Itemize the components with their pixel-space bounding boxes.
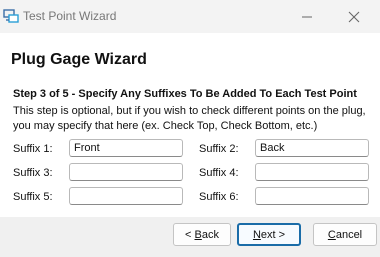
suffix-2-input[interactable]	[255, 139, 369, 157]
suffix-4-label: Suffix 4:	[199, 167, 239, 179]
minimize-icon	[302, 16, 312, 17]
suffix-6-input[interactable]	[255, 187, 369, 205]
minimize-button[interactable]	[290, 0, 324, 33]
back-button-mnemonic: B	[194, 228, 202, 241]
suffix-3-label: Suffix 3:	[13, 167, 53, 179]
cancel-button[interactable]: Cancel	[313, 223, 377, 246]
suffix-5-input[interactable]	[69, 187, 183, 205]
suffix-6-label: Suffix 6:	[199, 191, 239, 203]
close-button[interactable]	[337, 0, 371, 33]
suffix-2-label: Suffix 2:	[199, 143, 239, 155]
wizard-app-icon	[3, 9, 19, 23]
wizard-title: Plug Gage Wizard	[11, 51, 147, 68]
next-button[interactable]: Next >	[237, 223, 301, 246]
close-icon	[348, 11, 360, 22]
cancel-button-rest: ancel	[335, 228, 363, 241]
back-button-rest: ack	[201, 228, 219, 241]
back-button-prefix: <	[185, 228, 195, 241]
window-title: Test Point Wizard	[23, 9, 117, 23]
title-bar: Test Point Wizard	[0, 0, 380, 33]
suffix-5-label: Suffix 5:	[13, 191, 53, 203]
suffix-1-input[interactable]	[69, 139, 183, 157]
suffix-3-input[interactable]	[69, 163, 183, 181]
suffix-4-input[interactable]	[255, 163, 369, 181]
back-button[interactable]: < Back	[173, 223, 231, 246]
suffix-1-label: Suffix 1:	[13, 143, 53, 155]
next-button-rest: ext >	[260, 228, 286, 241]
cancel-button-mnemonic: C	[327, 228, 336, 241]
step-heading: Step 3 of 5 - Specify Any Suffixes To Be…	[13, 88, 357, 100]
step-description: This step is optional, but if you wish t…	[13, 105, 366, 132]
next-button-mnemonic: N	[252, 228, 261, 241]
